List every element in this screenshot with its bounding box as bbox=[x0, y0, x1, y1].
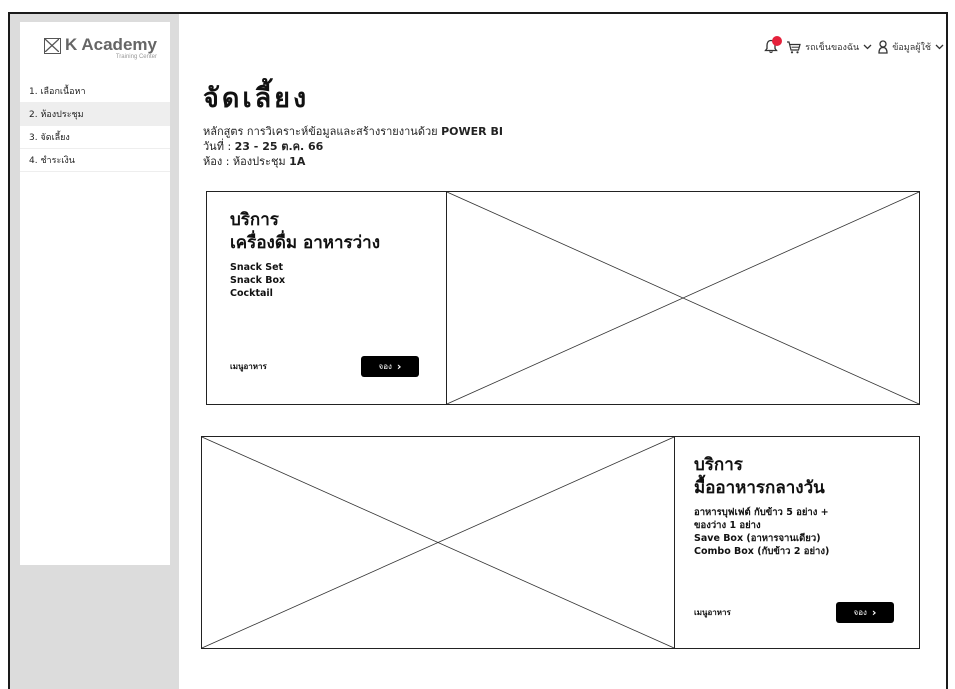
chevron-right-icon: › bbox=[396, 360, 402, 373]
book-button[interactable]: จอง › bbox=[361, 356, 419, 377]
service-item: Save Box (อาหารจานเดียว) bbox=[694, 533, 821, 544]
top-bar: รถเข็นของฉัน ข้อมูลผู้ใช้ bbox=[764, 36, 946, 55]
sidebar-item-label: 3. จัดเลี้ยง bbox=[29, 133, 70, 143]
course-name: POWER BI bbox=[441, 125, 503, 138]
notification-button[interactable] bbox=[764, 36, 783, 55]
date-prefix: วันที่ : bbox=[203, 140, 232, 153]
service-card-text: บริการ มื้ออาหารกลางวัน อาหารบุฟเฟต์ กับ… bbox=[674, 437, 919, 648]
service-card-text: บริการ เครื่องดื่ม อาหารว่าง Snack Set S… bbox=[207, 192, 447, 404]
user-icon bbox=[878, 40, 888, 54]
booking-info: หลักสูตร การวิเคราะห์ข้อมูลและสร้างรายงา… bbox=[203, 124, 503, 169]
service-card-snack: บริการ เครื่องดื่ม อาหารว่าง Snack Set S… bbox=[206, 191, 920, 405]
service-card-lunch: บริการ มื้ออาหารกลางวัน อาหารบุฟเฟต์ กับ… bbox=[201, 436, 920, 649]
sidebar-item-label: 2. ห้องประชุม bbox=[29, 110, 84, 120]
service-card-footer: เมนูอาหาร จอง › bbox=[694, 602, 894, 623]
service-item: Combo Box (กับข้าว 2 อย่าง) bbox=[694, 546, 830, 557]
date-value: 23 - 25 ต.ค. 66 bbox=[234, 140, 324, 153]
page-title: จัดเลี้ยง bbox=[203, 83, 310, 114]
service-item: ของว่าง 1 อย่าง bbox=[694, 520, 761, 531]
service-title: บริการ bbox=[694, 455, 743, 475]
cart-icon bbox=[787, 40, 802, 53]
account-label: ข้อมูลผู้ใช้ bbox=[892, 43, 931, 53]
date-line: วันที่ : 23 - 25 ต.ค. 66 bbox=[203, 139, 503, 154]
sidebar-item-select-content[interactable]: 1. เลือกเนื้อหา bbox=[20, 80, 170, 103]
food-menu-link[interactable]: เมนูอาหาร bbox=[694, 606, 731, 619]
image-placeholder bbox=[447, 192, 919, 404]
service-item: อาหารบุฟเฟต์ กับข้าว 5 อย่าง + bbox=[694, 507, 829, 518]
service-item: Cocktail bbox=[230, 288, 273, 299]
cart-button[interactable]: รถเข็นของฉัน bbox=[786, 40, 872, 54]
sidebar-item-label: 4. ชำระเงิน bbox=[29, 156, 75, 166]
chevron-down-icon bbox=[863, 44, 872, 50]
service-items: Snack Set Snack Box Cocktail bbox=[230, 261, 446, 300]
notification-badge bbox=[772, 36, 783, 46]
logo-title: K Academy bbox=[65, 35, 157, 54]
app-window: K Academy Training Center 1. เลือกเนื้อห… bbox=[8, 12, 948, 689]
service-subtitle: มื้ออาหารกลางวัน bbox=[694, 478, 825, 498]
food-menu-link[interactable]: เมนูอาหาร bbox=[230, 360, 267, 373]
room-value: 1A bbox=[289, 155, 306, 168]
course-line: หลักสูตร การวิเคราะห์ข้อมูลและสร้างรายงา… bbox=[203, 124, 503, 139]
cart-label: รถเข็นของฉัน bbox=[805, 43, 860, 53]
service-subtitle: เครื่องดื่ม อาหารว่าง bbox=[230, 233, 381, 253]
sidebar-item-meeting-room[interactable]: 2. ห้องประชุม bbox=[20, 103, 170, 126]
account-button[interactable]: ข้อมูลผู้ใช้ bbox=[878, 40, 944, 54]
service-title: บริการ bbox=[230, 210, 279, 230]
image-placeholder bbox=[202, 437, 674, 648]
service-item: Snack Box bbox=[230, 275, 286, 286]
course-prefix: หลักสูตร การวิเคราะห์ข้อมูลและสร้างรายงา… bbox=[203, 125, 438, 138]
service-item: Snack Set bbox=[230, 262, 284, 273]
sidebar-item-label: 1. เลือกเนื้อหา bbox=[29, 87, 86, 97]
room-line: ห้อง : ห้องประชุม 1A bbox=[203, 154, 503, 169]
chevron-right-icon: › bbox=[871, 606, 877, 619]
sidebar-item-payment[interactable]: 4. ชำระเงิน bbox=[20, 149, 170, 172]
logo-subtitle: Training Center bbox=[115, 54, 157, 60]
logo[interactable]: K Academy Training Center bbox=[20, 22, 170, 80]
service-card-footer: เมนูอาหาร จอง › bbox=[230, 356, 419, 377]
chevron-down-icon bbox=[935, 44, 944, 50]
sidebar-item-catering[interactable]: 3. จัดเลี้ยง bbox=[20, 126, 170, 149]
book-button[interactable]: จอง › bbox=[836, 602, 894, 623]
room-prefix: ห้อง : ห้องประชุม bbox=[203, 155, 286, 168]
service-items: อาหารบุฟเฟต์ กับข้าว 5 อย่าง + ของว่าง 1… bbox=[694, 506, 919, 558]
sidebar: K Academy Training Center 1. เลือกเนื้อห… bbox=[20, 22, 170, 565]
logo-icon bbox=[44, 38, 61, 54]
book-button-label: จอง bbox=[378, 362, 392, 371]
book-button-label: จอง bbox=[853, 608, 867, 617]
